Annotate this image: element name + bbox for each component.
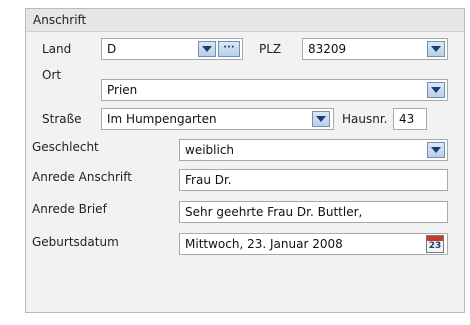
ort-label: Ort bbox=[42, 68, 62, 82]
anrede-anschrift-value: Frau Dr. bbox=[185, 173, 232, 187]
hausnr-value: 43 bbox=[399, 112, 415, 126]
geschlecht-field[interactable]: weiblich bbox=[179, 139, 448, 161]
hausnr-label: Hausnr. bbox=[342, 112, 388, 126]
plz-dropdown-button[interactable] bbox=[427, 41, 445, 57]
plz-value: 83209 bbox=[308, 42, 347, 56]
anrede-brief-field[interactable]: Sehr geehrte Frau Dr. Buttler, bbox=[179, 201, 448, 223]
anrede-anschrift-field[interactable]: Frau Dr. bbox=[179, 169, 448, 191]
strasse-field[interactable]: Im Humpengarten bbox=[101, 108, 334, 130]
anrede-anschrift-label: Anrede Anschrift bbox=[32, 170, 132, 184]
chevron-down-icon bbox=[202, 46, 212, 52]
calendar-button[interactable]: 23 bbox=[426, 235, 444, 253]
strasse-dropdown-button[interactable] bbox=[312, 111, 330, 127]
panel-header: Anschrift bbox=[26, 9, 464, 32]
chevron-down-icon bbox=[316, 116, 326, 122]
chevron-down-icon bbox=[431, 87, 441, 93]
address-panel: Anschrift Land D ··· PLZ 83209 Ort Prien… bbox=[25, 8, 465, 313]
chevron-down-icon bbox=[431, 147, 441, 153]
chevron-down-icon bbox=[431, 46, 441, 52]
land-field[interactable]: D ··· bbox=[101, 38, 243, 60]
land-more-button[interactable]: ··· bbox=[218, 41, 240, 57]
geburtsdatum-label: Geburtsdatum bbox=[32, 235, 119, 249]
calendar-icon: 23 bbox=[428, 241, 442, 251]
strasse-value: Im Humpengarten bbox=[107, 112, 217, 126]
geschlecht-label: Geschlecht bbox=[32, 140, 99, 154]
plz-label: PLZ bbox=[259, 42, 282, 56]
ort-dropdown-button[interactable] bbox=[427, 82, 445, 98]
ellipsis-icon: ··· bbox=[223, 42, 235, 53]
ort-value: Prien bbox=[107, 83, 138, 97]
hausnr-field[interactable]: 43 bbox=[393, 108, 427, 130]
geburtsdatum-value: Mittwoch, 23. Januar 2008 bbox=[185, 237, 343, 251]
geschlecht-value: weiblich bbox=[185, 143, 235, 157]
panel-title: Anschrift bbox=[33, 13, 87, 27]
geschlecht-dropdown-button[interactable] bbox=[427, 142, 445, 158]
land-dropdown-button[interactable] bbox=[198, 41, 216, 57]
plz-field[interactable]: 83209 bbox=[302, 38, 448, 60]
land-label: Land bbox=[42, 42, 72, 56]
anrede-brief-label: Anrede Brief bbox=[32, 202, 107, 216]
geburtsdatum-field[interactable]: Mittwoch, 23. Januar 2008 23 bbox=[179, 233, 448, 255]
land-value: D bbox=[107, 42, 117, 56]
strasse-label: Straße bbox=[42, 112, 82, 126]
ort-field[interactable]: Prien bbox=[101, 79, 448, 101]
anrede-brief-value: Sehr geehrte Frau Dr. Buttler, bbox=[185, 205, 363, 219]
